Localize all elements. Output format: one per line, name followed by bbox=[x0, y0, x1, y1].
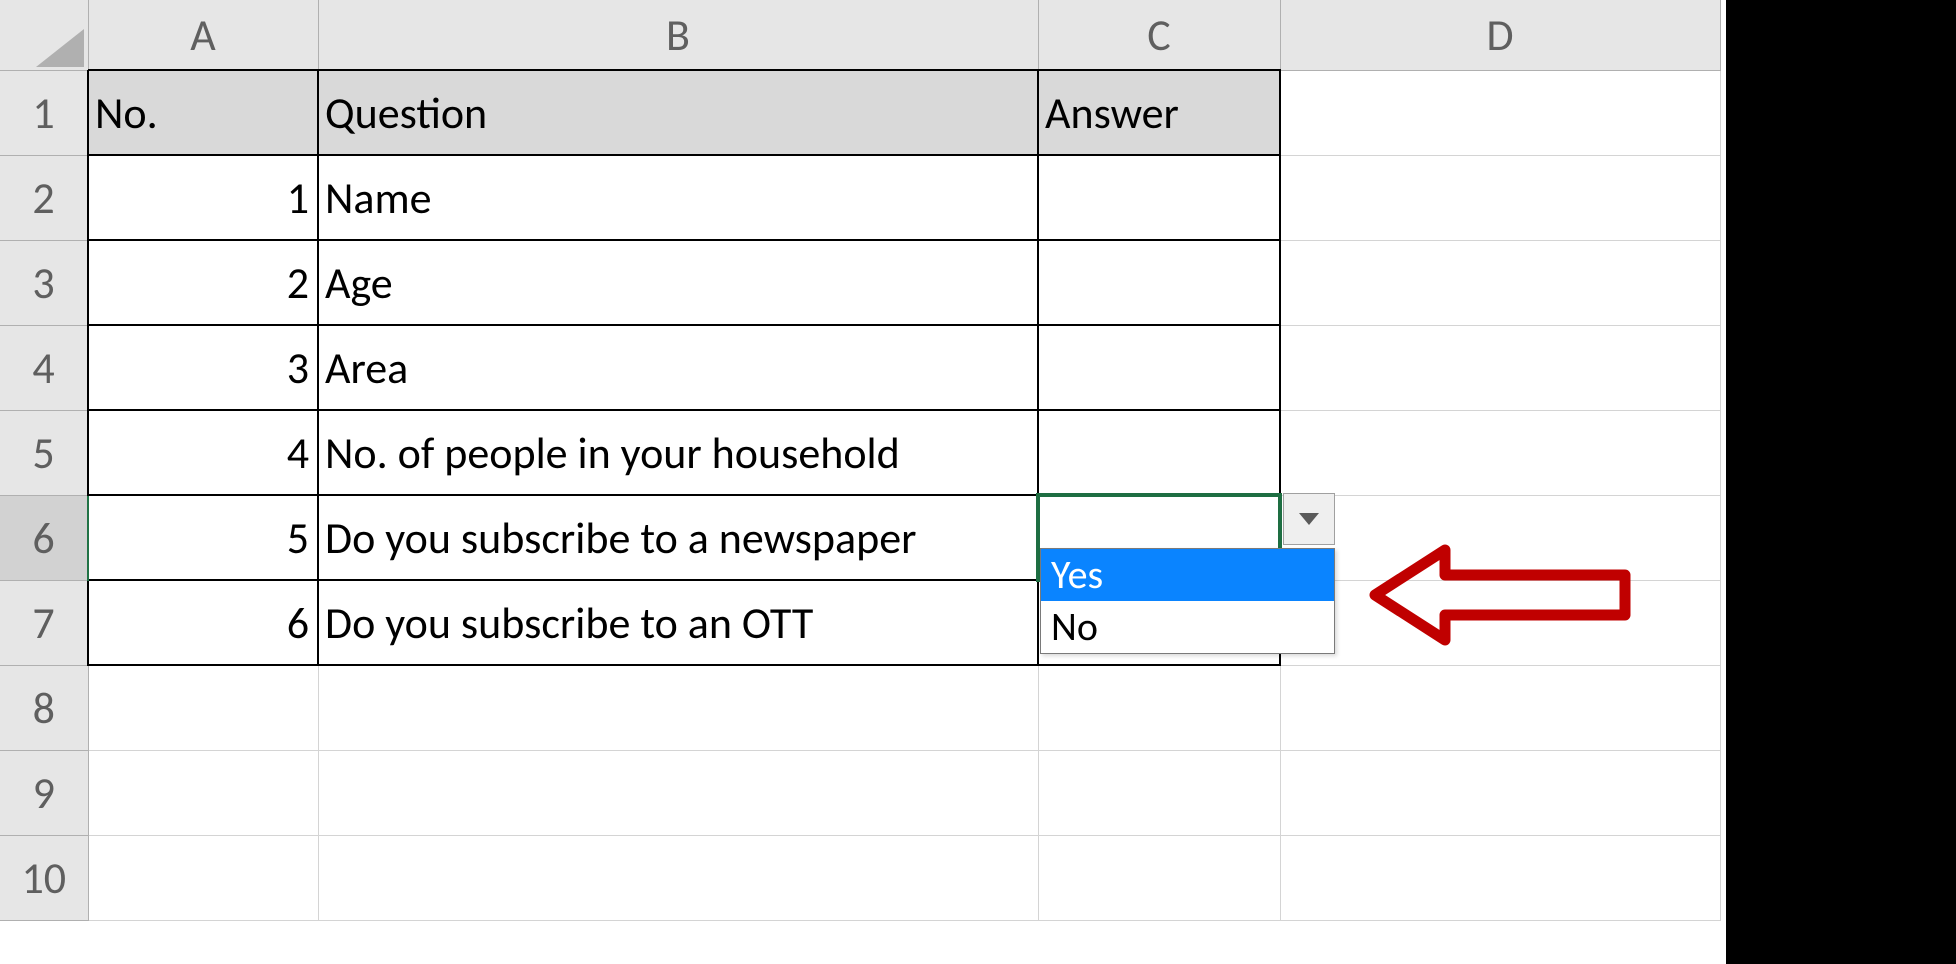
col-header-D[interactable]: D bbox=[1280, 0, 1720, 70]
row-header-5[interactable]: 5 bbox=[0, 410, 88, 495]
cell-A2[interactable]: 1 bbox=[88, 155, 318, 240]
cell-B10[interactable] bbox=[318, 835, 1038, 920]
cell-D9[interactable] bbox=[1280, 750, 1720, 835]
cell-D3[interactable] bbox=[1280, 240, 1720, 325]
cell-B8[interactable] bbox=[318, 665, 1038, 750]
crop-black-strip bbox=[1726, 0, 1956, 964]
cell-D10[interactable] bbox=[1280, 835, 1720, 920]
cell-A10[interactable] bbox=[88, 835, 318, 920]
row-header-3[interactable]: 3 bbox=[0, 240, 88, 325]
cell-B6[interactable]: Do you subscribe to a newspaper bbox=[318, 495, 1038, 580]
select-all-corner[interactable] bbox=[0, 0, 88, 70]
data-validation-dropdown-button[interactable] bbox=[1283, 493, 1335, 545]
cell-A4[interactable]: 3 bbox=[88, 325, 318, 410]
cell-B5[interactable]: No. of people in your household bbox=[318, 410, 1038, 495]
row-header-1[interactable]: 1 bbox=[0, 70, 88, 155]
cell-C1[interactable]: Answer bbox=[1038, 70, 1280, 155]
chevron-down-icon bbox=[1299, 513, 1319, 525]
cell-B9[interactable] bbox=[318, 750, 1038, 835]
row-header-6[interactable]: 6 bbox=[0, 495, 88, 580]
cell-A9[interactable] bbox=[88, 750, 318, 835]
cell-B2[interactable]: Name bbox=[318, 155, 1038, 240]
cell-B4[interactable]: Area bbox=[318, 325, 1038, 410]
row-header-7[interactable]: 7 bbox=[0, 580, 88, 665]
spreadsheet-view: A B C D 1 No. Question Answer 2 1 Name 3… bbox=[0, 0, 1956, 964]
cell-A5[interactable]: 4 bbox=[88, 410, 318, 495]
cell-A6[interactable]: 5 bbox=[88, 495, 318, 580]
cell-C8[interactable] bbox=[1038, 665, 1280, 750]
cell-D2[interactable] bbox=[1280, 155, 1720, 240]
cell-C9[interactable] bbox=[1038, 750, 1280, 835]
cell-B1[interactable]: Question bbox=[318, 70, 1038, 155]
grid-table: A B C D 1 No. Question Answer 2 1 Name 3… bbox=[0, 0, 1721, 921]
cell-B7[interactable]: Do you subscribe to an OTT bbox=[318, 580, 1038, 665]
cell-B3[interactable]: Age bbox=[318, 240, 1038, 325]
row-header-2[interactable]: 2 bbox=[0, 155, 88, 240]
cell-A7[interactable]: 6 bbox=[88, 580, 318, 665]
cell-D1[interactable] bbox=[1280, 70, 1720, 155]
cell-C5[interactable] bbox=[1038, 410, 1280, 495]
cell-C2[interactable] bbox=[1038, 155, 1280, 240]
cell-D8[interactable] bbox=[1280, 665, 1720, 750]
dropdown-option-yes[interactable]: Yes bbox=[1041, 549, 1334, 601]
cell-A3[interactable]: 2 bbox=[88, 240, 318, 325]
cell-C3[interactable] bbox=[1038, 240, 1280, 325]
dropdown-option-no[interactable]: No bbox=[1041, 601, 1334, 653]
cell-A1[interactable]: No. bbox=[88, 70, 318, 155]
cell-D4[interactable] bbox=[1280, 325, 1720, 410]
col-header-C[interactable]: C bbox=[1038, 0, 1280, 70]
col-header-A[interactable]: A bbox=[88, 0, 318, 70]
cell-C10[interactable] bbox=[1038, 835, 1280, 920]
data-validation-dropdown-list[interactable]: Yes No bbox=[1040, 548, 1335, 654]
cell-D5[interactable] bbox=[1280, 410, 1720, 495]
annotation-arrow-icon bbox=[1350, 540, 1640, 650]
select-all-triangle-icon bbox=[36, 29, 84, 67]
row-header-9[interactable]: 9 bbox=[0, 750, 88, 835]
row-header-10[interactable]: 10 bbox=[0, 835, 88, 920]
cell-A8[interactable] bbox=[88, 665, 318, 750]
row-header-4[interactable]: 4 bbox=[0, 325, 88, 410]
cell-C4[interactable] bbox=[1038, 325, 1280, 410]
row-header-8[interactable]: 8 bbox=[0, 665, 88, 750]
col-header-B[interactable]: B bbox=[318, 0, 1038, 70]
